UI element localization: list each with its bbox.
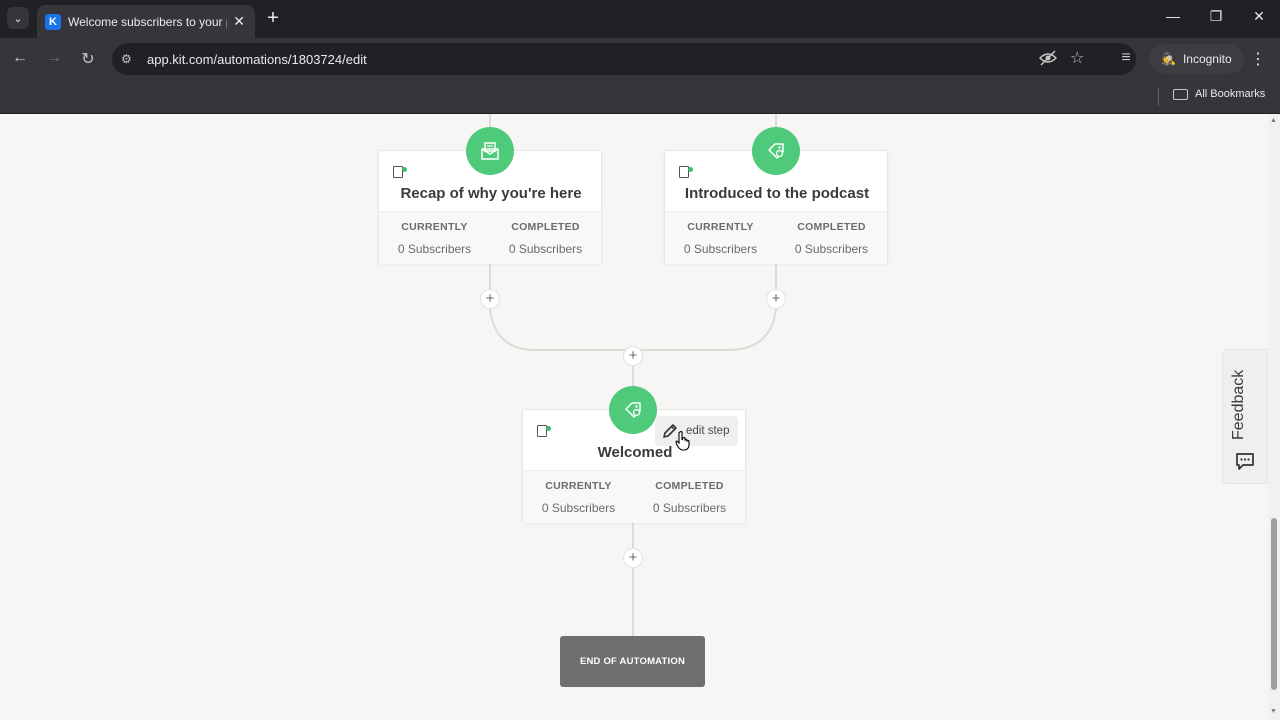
completed-label: COMPLETED <box>511 221 580 233</box>
browser-tab[interactable]: K Welcome subscribers to your p ✕ <box>37 5 255 38</box>
hand-cursor-icon <box>675 430 690 451</box>
step-stats: CURRENTLY 0 Subscribers COMPLETED 0 Subs… <box>379 211 601 264</box>
tag-icon <box>393 166 407 178</box>
all-bookmarks-button[interactable]: All Bookmarks <box>1173 88 1265 100</box>
automation-canvas[interactable]: Recap of why you're here CURRENTLY 0 Sub… <box>0 114 1268 720</box>
currently-value: 0 Subscribers <box>683 242 758 256</box>
email-icon <box>466 127 514 175</box>
tab-search-icon[interactable]: ⌄ <box>7 7 29 29</box>
media-queue-icon[interactable]: ≡ <box>1116 49 1136 67</box>
restore-icon[interactable]: ❐ <box>1206 8 1226 25</box>
step-title: Welcomed <box>597 444 673 461</box>
edit-step-label: edit step <box>686 425 730 437</box>
eye-off-icon[interactable] <box>1038 50 1058 69</box>
address-bar[interactable]: ⚙ app.kit.com/automations/1803724/edit ☆ <box>112 43 1136 75</box>
add-step-button[interactable]: + <box>766 289 786 309</box>
incognito-label: Incognito <box>1182 52 1232 66</box>
completed-label: COMPLETED <box>797 221 866 233</box>
back-icon[interactable]: ← <box>10 49 30 67</box>
currently-value: 0 Subscribers <box>541 501 616 515</box>
window-close-icon[interactable]: ✕ <box>1249 8 1269 25</box>
incognito-icon: 🕵 <box>1161 52 1176 66</box>
tab-close-icon[interactable]: ✕ <box>233 13 245 30</box>
currently-label: CURRENTLY <box>687 221 754 233</box>
browser-menu-icon[interactable]: ⋮ <box>1250 49 1266 69</box>
scroll-thumb[interactable] <box>1271 518 1277 690</box>
forward-icon[interactable]: → <box>44 49 64 67</box>
incognito-badge[interactable]: 🕵 Incognito <box>1149 44 1244 74</box>
currently-label: CURRENTLY <box>545 480 612 492</box>
minimize-icon[interactable]: — <box>1163 8 1183 24</box>
folder-icon <box>1173 88 1188 100</box>
currently-value: 0 Subscribers <box>397 242 472 256</box>
end-of-automation: END OF AUTOMATION <box>560 636 705 687</box>
completed-value: 0 Subscribers <box>794 242 869 256</box>
step-stats: CURRENTLY 0 Subscribers COMPLETED 0 Subs… <box>523 470 745 523</box>
completed-label: COMPLETED <box>655 480 724 492</box>
bookmarks-bar: All Bookmarks <box>0 80 1280 114</box>
scroll-up-icon[interactable]: ▲ <box>1270 117 1277 124</box>
step-title: Recap of why you're here <box>400 185 582 202</box>
completed-value: 0 Subscribers <box>652 501 727 515</box>
scroll-down-icon[interactable]: ▼ <box>1270 708 1277 715</box>
browser-toolbar: ← → ↻ ⚙ app.kit.com/automations/1803724/… <box>0 38 1280 80</box>
bookmark-star-icon[interactable]: ☆ <box>1070 48 1084 68</box>
reload-icon[interactable]: ↻ <box>78 49 98 69</box>
add-step-button[interactable]: + <box>623 548 643 568</box>
feedback-tab[interactable]: Feedback <box>1222 349 1268 484</box>
chat-bubble-icon <box>1236 453 1254 470</box>
edit-step-button[interactable]: edit step <box>655 416 738 446</box>
site-info-icon[interactable]: ⚙ <box>121 52 137 66</box>
tag-icon <box>679 166 693 178</box>
add-step-button[interactable]: + <box>480 289 500 309</box>
tag-add-icon <box>609 386 657 434</box>
url-text: app.kit.com/automations/1803724/edit <box>147 51 367 67</box>
tag-add-icon <box>752 127 800 175</box>
new-tab-icon[interactable]: + <box>263 8 283 28</box>
tag-icon <box>537 425 551 437</box>
all-bookmarks-label: All Bookmarks <box>1195 88 1266 100</box>
vertical-scrollbar[interactable]: ▲ ▼ <box>1268 114 1280 720</box>
step-title: Introduced to the podcast <box>684 185 870 202</box>
bookmarks-divider <box>1158 88 1159 106</box>
tab-strip: ⌄ K Welcome subscribers to your p ✕ + — … <box>0 0 1280 38</box>
currently-label: CURRENTLY <box>401 221 468 233</box>
tab-title: Welcome subscribers to your p <box>68 14 228 29</box>
add-step-button[interactable]: + <box>623 346 643 366</box>
kit-favicon-icon: K <box>45 13 61 30</box>
feedback-label: Feedback <box>1230 369 1247 440</box>
step-stats: CURRENTLY 0 Subscribers COMPLETED 0 Subs… <box>665 211 887 264</box>
completed-value: 0 Subscribers <box>508 242 583 256</box>
